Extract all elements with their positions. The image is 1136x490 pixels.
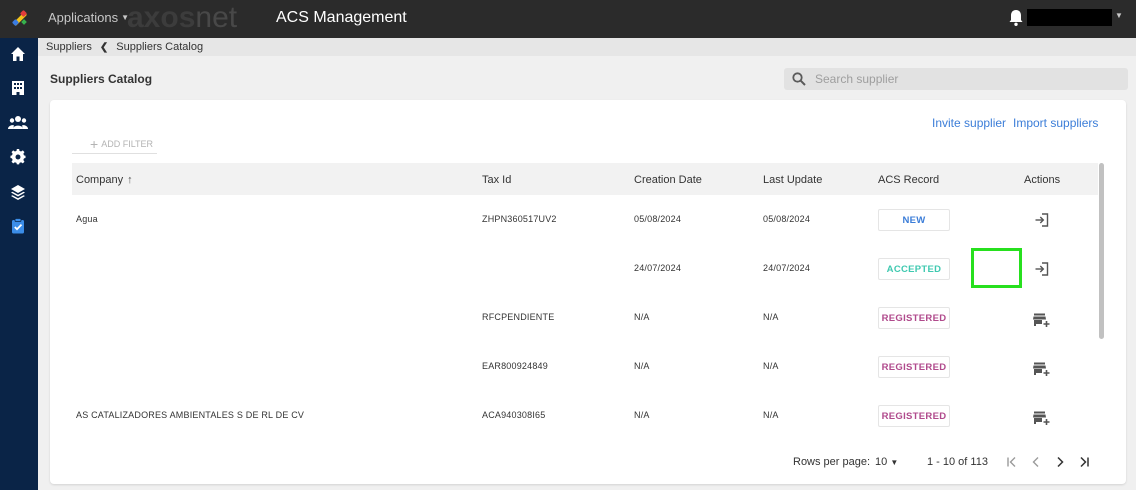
import-suppliers-button[interactable]: Import suppliers — [1013, 116, 1098, 130]
users-icon — [8, 116, 28, 129]
column-header-tax-id[interactable]: Tax Id — [482, 174, 511, 186]
caret-down-icon: ▼ — [890, 458, 899, 467]
sidebar-item-buildings[interactable] — [7, 77, 29, 99]
app-logo-icon[interactable] — [10, 8, 30, 28]
clipboard-check-icon — [12, 218, 24, 234]
layers-icon — [11, 185, 25, 200]
creation-date-cell: N/A — [634, 361, 650, 371]
invite-supplier-button[interactable]: Invite supplier — [932, 116, 1006, 130]
search-icon — [792, 72, 806, 86]
tax-id-cell: EAR800924849 — [482, 361, 548, 371]
column-header-acs-record[interactable]: ACS Record — [878, 174, 939, 186]
last-page-icon — [1080, 456, 1089, 468]
home-icon — [11, 47, 25, 61]
column-header-actions: Actions — [1024, 174, 1061, 186]
suppliers-card: Invite supplier Import suppliers + ADD F… — [50, 100, 1126, 484]
last-update-cell: 05/08/2024 — [763, 214, 811, 224]
add-store-button[interactable] — [1032, 408, 1052, 428]
plus-icon: + — [90, 136, 99, 152]
status-badge: NEW — [878, 209, 950, 231]
search-input[interactable] — [815, 72, 1115, 86]
status-badge: REGISTERED — [878, 307, 950, 329]
add-store-button[interactable] — [1032, 310, 1052, 330]
company-cell: Agua — [76, 214, 98, 224]
tax-id-cell: ZHPN360517UV2 — [482, 214, 557, 224]
applications-label: Applications — [48, 10, 119, 25]
column-header-last-update[interactable]: Last Update — [763, 174, 822, 186]
table-row: Agua ZHPN360517UV2 05/08/2024 05/08/2024… — [72, 196, 1098, 245]
enter-supplier-button[interactable] — [1032, 210, 1052, 230]
module-title: ACS Management — [276, 9, 407, 26]
rows-per-page-label: Rows per page: — [793, 456, 871, 468]
previous-page-button[interactable] — [1028, 454, 1044, 470]
last-page-button[interactable] — [1076, 454, 1092, 470]
last-update-cell: 24/07/2024 — [763, 263, 811, 273]
applications-menu[interactable]: Applications ▼ — [48, 10, 129, 25]
sort-ascending-icon: ↑ — [127, 174, 133, 186]
add-filter-label: ADD FILTER — [101, 139, 154, 149]
creation-date-cell: N/A — [634, 410, 650, 420]
brand-name-bold: axos — [127, 1, 196, 34]
first-page-icon — [1007, 457, 1016, 467]
last-update-cell: N/A — [763, 361, 779, 371]
top-bar: Applications ▼ axosnet ACS Management ▼ — [0, 0, 1136, 38]
company-cell: AS CATALIZADORES AMBIENTALES S DE RL DE … — [76, 410, 305, 420]
last-update-cell: N/A — [763, 410, 779, 420]
sidebar-item-home[interactable] — [7, 43, 29, 65]
search-bar — [784, 68, 1128, 90]
add-store-icon — [1033, 411, 1050, 425]
add-store-button[interactable] — [1032, 359, 1052, 379]
table-header: Company ↑ Tax Id Creation Date Last Updat… — [72, 163, 1098, 195]
gear-icon — [10, 149, 26, 165]
sidebar-item-settings[interactable] — [7, 146, 29, 168]
add-store-icon — [1033, 313, 1050, 327]
brand-name-light: net — [195, 1, 238, 34]
table-row: AS CATALIZADORES AMBIENTALES S DE RL DE … — [72, 392, 1098, 441]
creation-date-cell: 24/07/2024 — [634, 263, 682, 273]
tax-id-cell: ACA940308I65 — [482, 410, 546, 420]
login-arrow-icon — [1035, 213, 1049, 227]
sidebar-item-acs[interactable] — [7, 215, 29, 237]
table-row: EAR800924849 N/A N/A REGISTERED — [72, 343, 1098, 392]
breadcrumb-suppliers-link[interactable]: Suppliers — [46, 41, 92, 53]
breadcrumb-current: Suppliers Catalog — [116, 41, 204, 53]
status-badge: REGISTERED — [878, 405, 950, 427]
enter-supplier-button[interactable] — [1032, 259, 1052, 279]
add-filter-button[interactable]: + ADD FILTER — [72, 135, 157, 154]
next-page-button[interactable] — [1052, 454, 1068, 470]
bell-icon[interactable] — [1008, 9, 1024, 27]
building-icon — [12, 81, 24, 95]
sidebar-item-users[interactable] — [7, 111, 29, 133]
chevron-left-icon — [1032, 457, 1039, 467]
status-badge: REGISTERED — [878, 356, 950, 378]
login-arrow-icon — [1035, 262, 1049, 276]
chevron-left-icon: ❮ — [99, 41, 109, 53]
first-page-button[interactable] — [1004, 454, 1020, 470]
chevron-right-icon — [1057, 456, 1064, 468]
rows-per-page-select[interactable]: 10 ▼ — [875, 456, 898, 468]
table-row: RFCPENDIENTE N/A N/A REGISTERED — [72, 294, 1098, 343]
creation-date-cell: 05/08/2024 — [634, 214, 682, 224]
creation-date-cell: N/A — [634, 312, 650, 322]
breadcrumb: Suppliers ❮ Suppliers Catalog — [38, 38, 1136, 56]
user-menu[interactable] — [1027, 9, 1112, 26]
sidebar-item-layers[interactable] — [7, 181, 29, 203]
table-scrollbar[interactable] — [1099, 163, 1104, 339]
status-badge: ACCEPTED — [878, 258, 950, 280]
user-caret-icon[interactable]: ▼ — [1115, 11, 1123, 20]
page-title: Suppliers Catalog — [50, 72, 153, 86]
table-row: 24/07/2024 24/07/2024 ACCEPTED — [72, 245, 1098, 294]
brand-logo: axosnet — [127, 1, 238, 34]
column-header-creation-date[interactable]: Creation Date — [634, 174, 702, 186]
add-store-icon — [1033, 362, 1050, 376]
sidebar — [0, 38, 38, 490]
tax-id-cell: RFCPENDIENTE — [482, 312, 555, 322]
last-update-cell: N/A — [763, 312, 779, 322]
pagination-range: 1 - 10 of 113 — [927, 456, 988, 468]
column-header-company[interactable]: Company ↑ — [76, 174, 133, 186]
